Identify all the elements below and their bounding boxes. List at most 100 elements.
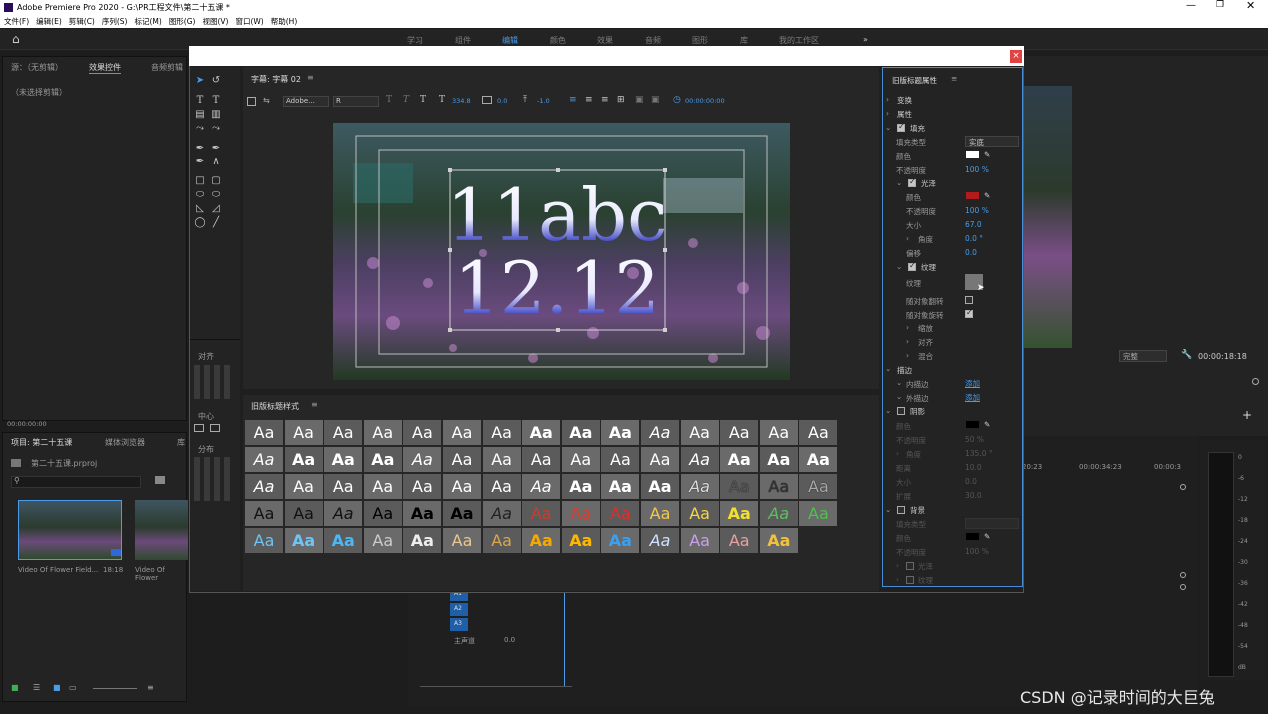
vertical-path-type-tool-icon[interactable]: ⤳ — [210, 123, 222, 135]
sync-icon[interactable]: ▣ — [651, 95, 660, 105]
clipped-rectangle-tool-icon[interactable]: ⬭ — [194, 189, 206, 201]
inner-stroke-add[interactable]: 添加 — [965, 378, 980, 389]
chevron-right-icon[interactable]: › — [896, 575, 899, 584]
chevron-down-icon[interactable]: ⌄ — [896, 392, 902, 401]
title-style-swatch[interactable]: Aa — [561, 501, 600, 526]
eyedropper-icon[interactable]: ✎ — [984, 150, 990, 159]
workspace-library[interactable]: 库 — [740, 35, 748, 46]
tab-project[interactable]: 项目: 第二十五课 — [11, 437, 72, 448]
new-bin-icon[interactable] — [155, 476, 165, 484]
title-style-swatch[interactable]: Aa — [522, 447, 561, 472]
title-style-swatch[interactable]: Aa — [601, 420, 640, 445]
title-style-swatch[interactable]: Aa — [522, 501, 561, 526]
properties-tab[interactable]: 旧版标题属性 — [892, 75, 937, 86]
fit-dropdown[interactable]: 完整 — [1119, 350, 1167, 362]
title-style-swatch[interactable]: Aa — [720, 501, 759, 526]
rounded-corner-tool-icon[interactable]: ⬭ — [210, 189, 222, 201]
tab-libraries[interactable]: 库 — [177, 437, 185, 448]
title-style-swatch[interactable]: Aa — [601, 528, 640, 553]
delete-anchor-tool-icon[interactable]: ✒ — [210, 143, 222, 155]
scrollbar-handle[interactable] — [1180, 484, 1186, 490]
blend-section[interactable]: 混合 — [918, 351, 933, 362]
shadow-size-value[interactable]: 0.0 — [965, 477, 977, 486]
title-style-swatch[interactable]: Aa — [324, 447, 363, 472]
title-style-swatch[interactable]: Aa — [284, 501, 323, 526]
title-style-swatch[interactable]: Aa — [561, 447, 600, 472]
title-style-swatch[interactable]: Aa — [443, 528, 481, 553]
fill-color-swatch[interactable] — [966, 151, 979, 158]
title-style-swatch[interactable]: Aa — [284, 474, 323, 499]
fill-type-select[interactable]: 实底 — [965, 136, 1019, 147]
menu-clip[interactable]: 剪辑(C) — [69, 16, 95, 27]
bold-icon[interactable]: T — [386, 95, 392, 105]
roll-crawl-icon[interactable]: ⇆ — [263, 96, 270, 105]
chevron-down-icon[interactable]: ⌄ — [896, 178, 902, 187]
eyedropper-icon[interactable]: ✎ — [984, 191, 990, 200]
area-type-tool-icon[interactable]: ▤ — [194, 109, 206, 121]
title-style-swatch[interactable]: Aa — [443, 420, 481, 445]
font-family-select[interactable]: Adobe... — [283, 96, 329, 107]
title-style-swatch[interactable]: Aa — [522, 528, 561, 553]
title-style-swatch[interactable]: Aa — [403, 501, 442, 526]
rotate-with-object-checkbox[interactable] — [965, 308, 973, 318]
chevron-right-icon[interactable]: › — [906, 337, 909, 346]
workspace-assembly[interactable]: 组件 — [455, 35, 471, 46]
fill-checkbox[interactable] — [897, 122, 905, 132]
workspace-edit[interactable]: 编辑 — [502, 35, 518, 46]
sheen-angle-value[interactable]: 0.0 ° — [965, 234, 983, 243]
title-style-swatch[interactable]: Aa — [641, 474, 679, 499]
title-style-swatch[interactable]: Aa — [759, 447, 798, 472]
shadow-opacity-value[interactable]: 50 % — [965, 435, 984, 444]
title-style-swatch[interactable]: Aa — [363, 420, 402, 445]
tab-source[interactable]: 源：（无剪辑） — [11, 62, 63, 73]
properties-menu-icon[interactable]: ≡ — [951, 74, 957, 83]
show-video-icon[interactable]: ▣ — [635, 95, 644, 105]
rectangle-tool-icon[interactable]: □ — [194, 175, 206, 187]
menu-view[interactable]: 视图(V) — [202, 16, 228, 27]
menu-window[interactable]: 窗口(W) — [235, 16, 263, 27]
transform-section[interactable]: 变换 — [897, 95, 912, 106]
menu-edit[interactable]: 编辑(E) — [36, 16, 62, 27]
list-view-icon[interactable]: ☰ — [33, 683, 40, 692]
bg-opacity-value[interactable]: 100 % — [965, 547, 989, 556]
title-style-swatch[interactable]: Aa — [482, 501, 521, 526]
bg-color-swatch[interactable] — [966, 533, 979, 540]
scale-section[interactable]: 缩放 — [918, 323, 933, 334]
title-style-swatch[interactable]: Aa — [443, 474, 481, 499]
italic-icon[interactable]: T — [403, 95, 409, 105]
title-style-swatch[interactable]: Aa — [561, 474, 600, 499]
chevron-right-icon[interactable]: › — [906, 323, 909, 332]
title-style-swatch[interactable]: Aa — [641, 447, 679, 472]
shadow-spread-value[interactable]: 30.0 — [965, 491, 982, 500]
sheen-color-swatch[interactable] — [966, 192, 979, 199]
leading-value[interactable]: -1.0 — [537, 97, 550, 105]
attributes-section[interactable]: 属性 — [897, 109, 912, 120]
title-style-swatch[interactable]: Aa — [759, 501, 798, 526]
chevron-down-icon[interactable]: ⌄ — [885, 364, 891, 373]
title-style-swatch[interactable]: Aa — [680, 474, 719, 499]
tab-audio-clip[interactable]: 音频剪辑 — [151, 62, 183, 73]
icon-view-icon[interactable]: ■ — [53, 683, 61, 692]
title-style-swatch[interactable]: Aa — [245, 447, 283, 472]
search-input[interactable]: ⚲ — [11, 476, 141, 488]
title-timecode[interactable]: 00:00:00:00 — [685, 97, 725, 105]
vertical-area-type-tool-icon[interactable]: ▥ — [210, 109, 222, 121]
shadow-color-swatch[interactable] — [966, 421, 979, 428]
more-workspaces-icon[interactable]: » — [863, 35, 868, 44]
clip-thumbnail[interactable] — [135, 500, 188, 560]
title-style-swatch[interactable]: Aa — [363, 447, 402, 472]
title-style-swatch[interactable]: Aa — [641, 420, 679, 445]
selection-tool-icon[interactable]: ➤ — [194, 75, 206, 87]
title-style-swatch[interactable]: Aa — [403, 420, 442, 445]
menu-help[interactable]: 帮助(H) — [271, 16, 298, 27]
styles-tab[interactable]: 旧版标题样式 — [251, 401, 299, 412]
convert-anchor-tool-icon[interactable]: ∧ — [210, 156, 222, 168]
sort-icon[interactable]: ≡ — [147, 683, 154, 692]
align-center-icon[interactable]: ≡ — [585, 95, 593, 105]
title-text-line2[interactable]: 12.12 — [454, 246, 660, 330]
align-right-icon[interactable]: ≡ — [601, 95, 609, 105]
title-style-swatch[interactable]: Aa — [680, 528, 719, 553]
title-style-swatch[interactable]: Aa — [680, 420, 719, 445]
title-style-swatch[interactable]: Aa — [363, 474, 402, 499]
kerning-value[interactable]: 0.0 — [497, 97, 507, 105]
